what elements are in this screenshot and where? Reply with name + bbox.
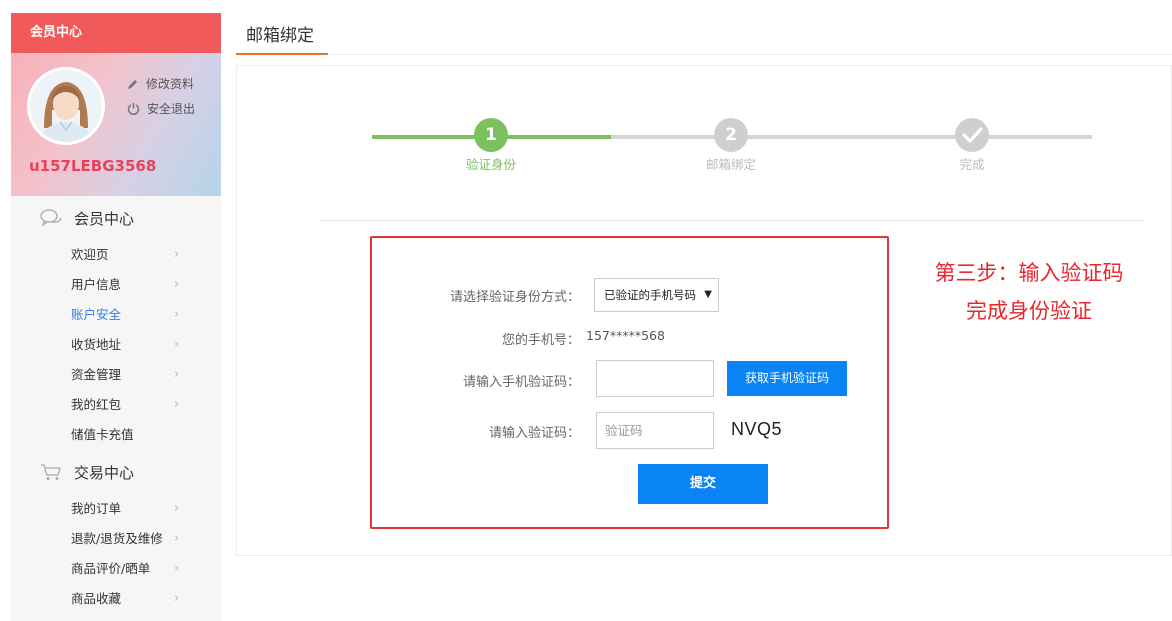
section-trade-center: 交易中心 xyxy=(11,450,221,494)
sidebar-header: 会员中心 xyxy=(11,13,221,53)
sidebar-item-address[interactable]: 收货地址 › xyxy=(11,330,221,360)
section-title: 会员中心 xyxy=(74,209,135,228)
sidebar-item-reviews[interactable]: 商品评价/晒单 › xyxy=(11,554,221,584)
sidebar-item-label: 储值卡充值 xyxy=(71,427,134,442)
sidebar-item-label: 商品收藏 xyxy=(71,591,122,606)
chevron-right-icon: › xyxy=(174,561,180,576)
sidebar-item-card-topup[interactable]: 储值卡充值 xyxy=(11,420,221,450)
get-sms-code-button[interactable]: 获取手机验证码 xyxy=(727,361,847,396)
sidebar-item-welcome[interactable]: 欢迎页 › xyxy=(11,240,221,270)
avatar xyxy=(27,67,105,145)
page-title: 邮箱绑定 xyxy=(236,20,328,55)
note-line-1: 第三步：输入验证码 xyxy=(934,261,1124,285)
step-label: 邮箱绑定 xyxy=(705,157,756,172)
sidebar-item-account-security[interactable]: 账户安全 › xyxy=(11,300,221,330)
sidebar-item-orders[interactable]: 我的订单 › xyxy=(11,494,221,524)
select-value: 已验证的手机号码 xyxy=(604,288,696,302)
chevron-right-icon: › xyxy=(174,591,180,606)
step-complete: 完成 xyxy=(922,118,1022,173)
phone-value: 157*****568 xyxy=(586,328,665,343)
edit-profile-link[interactable]: 修改资料 xyxy=(127,71,195,96)
title-divider xyxy=(328,54,1172,55)
logout-link[interactable]: 安全退出 xyxy=(127,96,195,121)
verify-method-select[interactable]: 已验证的手机号码 ▼ xyxy=(594,278,719,312)
sidebar-item-label: 我的订单 xyxy=(71,501,122,516)
step-bind-email: 2 邮箱绑定 xyxy=(681,118,781,173)
chevron-right-icon: › xyxy=(174,367,180,382)
chevron-right-icon: › xyxy=(174,307,180,322)
sidebar-item-label: 欢迎页 xyxy=(71,247,109,262)
pencil-icon xyxy=(128,79,137,89)
sidebar-item-label: 用户信息 xyxy=(71,277,122,292)
chat-bubbles-icon xyxy=(40,209,62,227)
sidebar-item-label: 商品评价/晒单 xyxy=(71,561,151,576)
shopping-cart-icon xyxy=(41,464,61,480)
captcha-image[interactable]: NVQ5 xyxy=(731,419,782,440)
sidebar-item-user-info[interactable]: 用户信息 › xyxy=(11,270,221,300)
sidebar-item-favorites[interactable]: 商品收藏 › xyxy=(11,584,221,614)
profile-card: 修改资料 安全退出 u157LEBG3568 xyxy=(11,53,221,196)
sidebar-item-label: 账户安全 xyxy=(71,307,122,322)
chevron-right-icon: › xyxy=(174,277,180,292)
submit-button[interactable]: 提交 xyxy=(638,464,768,504)
sms-code-label: 请输入手机验证码： xyxy=(462,375,580,390)
sidebar-item-label: 资金管理 xyxy=(71,367,122,382)
method-label: 请选择验证身份方式： xyxy=(449,290,580,305)
dropdown-arrow-icon: ▼ xyxy=(704,289,712,300)
username: u157LEBG3568 xyxy=(29,157,157,175)
note-line-2: 完成身份验证 xyxy=(966,299,1092,323)
step-number: 2 xyxy=(714,118,748,152)
instruction-note: 第三步：输入验证码 完成身份验证 xyxy=(913,254,1145,330)
sidebar-item-refunds[interactable]: 退款/退货及维修 › xyxy=(11,524,221,554)
checkmark-icon xyxy=(955,118,989,152)
step-verify-identity: 1 验证身份 xyxy=(441,118,541,173)
chevron-right-icon: › xyxy=(174,247,180,262)
sidebar-item-label: 退款/退货及维修 xyxy=(71,531,163,546)
edit-profile-label: 修改资料 xyxy=(146,77,195,91)
sidebar-item-label: 我的红包 xyxy=(71,397,122,412)
chevron-right-icon: › xyxy=(174,531,180,546)
sidebar-item-funds[interactable]: 资金管理 › xyxy=(11,360,221,390)
code-label: 请输入验证码： xyxy=(488,426,580,441)
power-icon xyxy=(127,103,140,115)
chevron-right-icon: › xyxy=(174,397,180,412)
step-label: 验证身份 xyxy=(465,157,516,172)
step-number: 1 xyxy=(474,118,508,152)
sidebar-item-label: 收货地址 xyxy=(71,337,122,352)
step-label: 完成 xyxy=(959,157,985,172)
captcha-input[interactable]: 验证码 xyxy=(596,412,714,449)
logout-label: 安全退出 xyxy=(147,102,196,116)
section-divider xyxy=(321,220,1143,221)
sidebar-item-red-packets[interactable]: 我的红包 › xyxy=(11,390,221,420)
chevron-right-icon: › xyxy=(174,501,180,516)
section-title: 交易中心 xyxy=(74,463,135,482)
chevron-right-icon: › xyxy=(174,337,180,352)
sms-code-input[interactable] xyxy=(596,360,714,397)
sidebar: 会员中心 修改资料 安全退出 u157LEBG3568 会员中心 欢迎页 › 用… xyxy=(11,13,221,621)
phone-label: 您的手机号： xyxy=(501,333,580,348)
section-member-center: 会员中心 xyxy=(11,196,221,240)
